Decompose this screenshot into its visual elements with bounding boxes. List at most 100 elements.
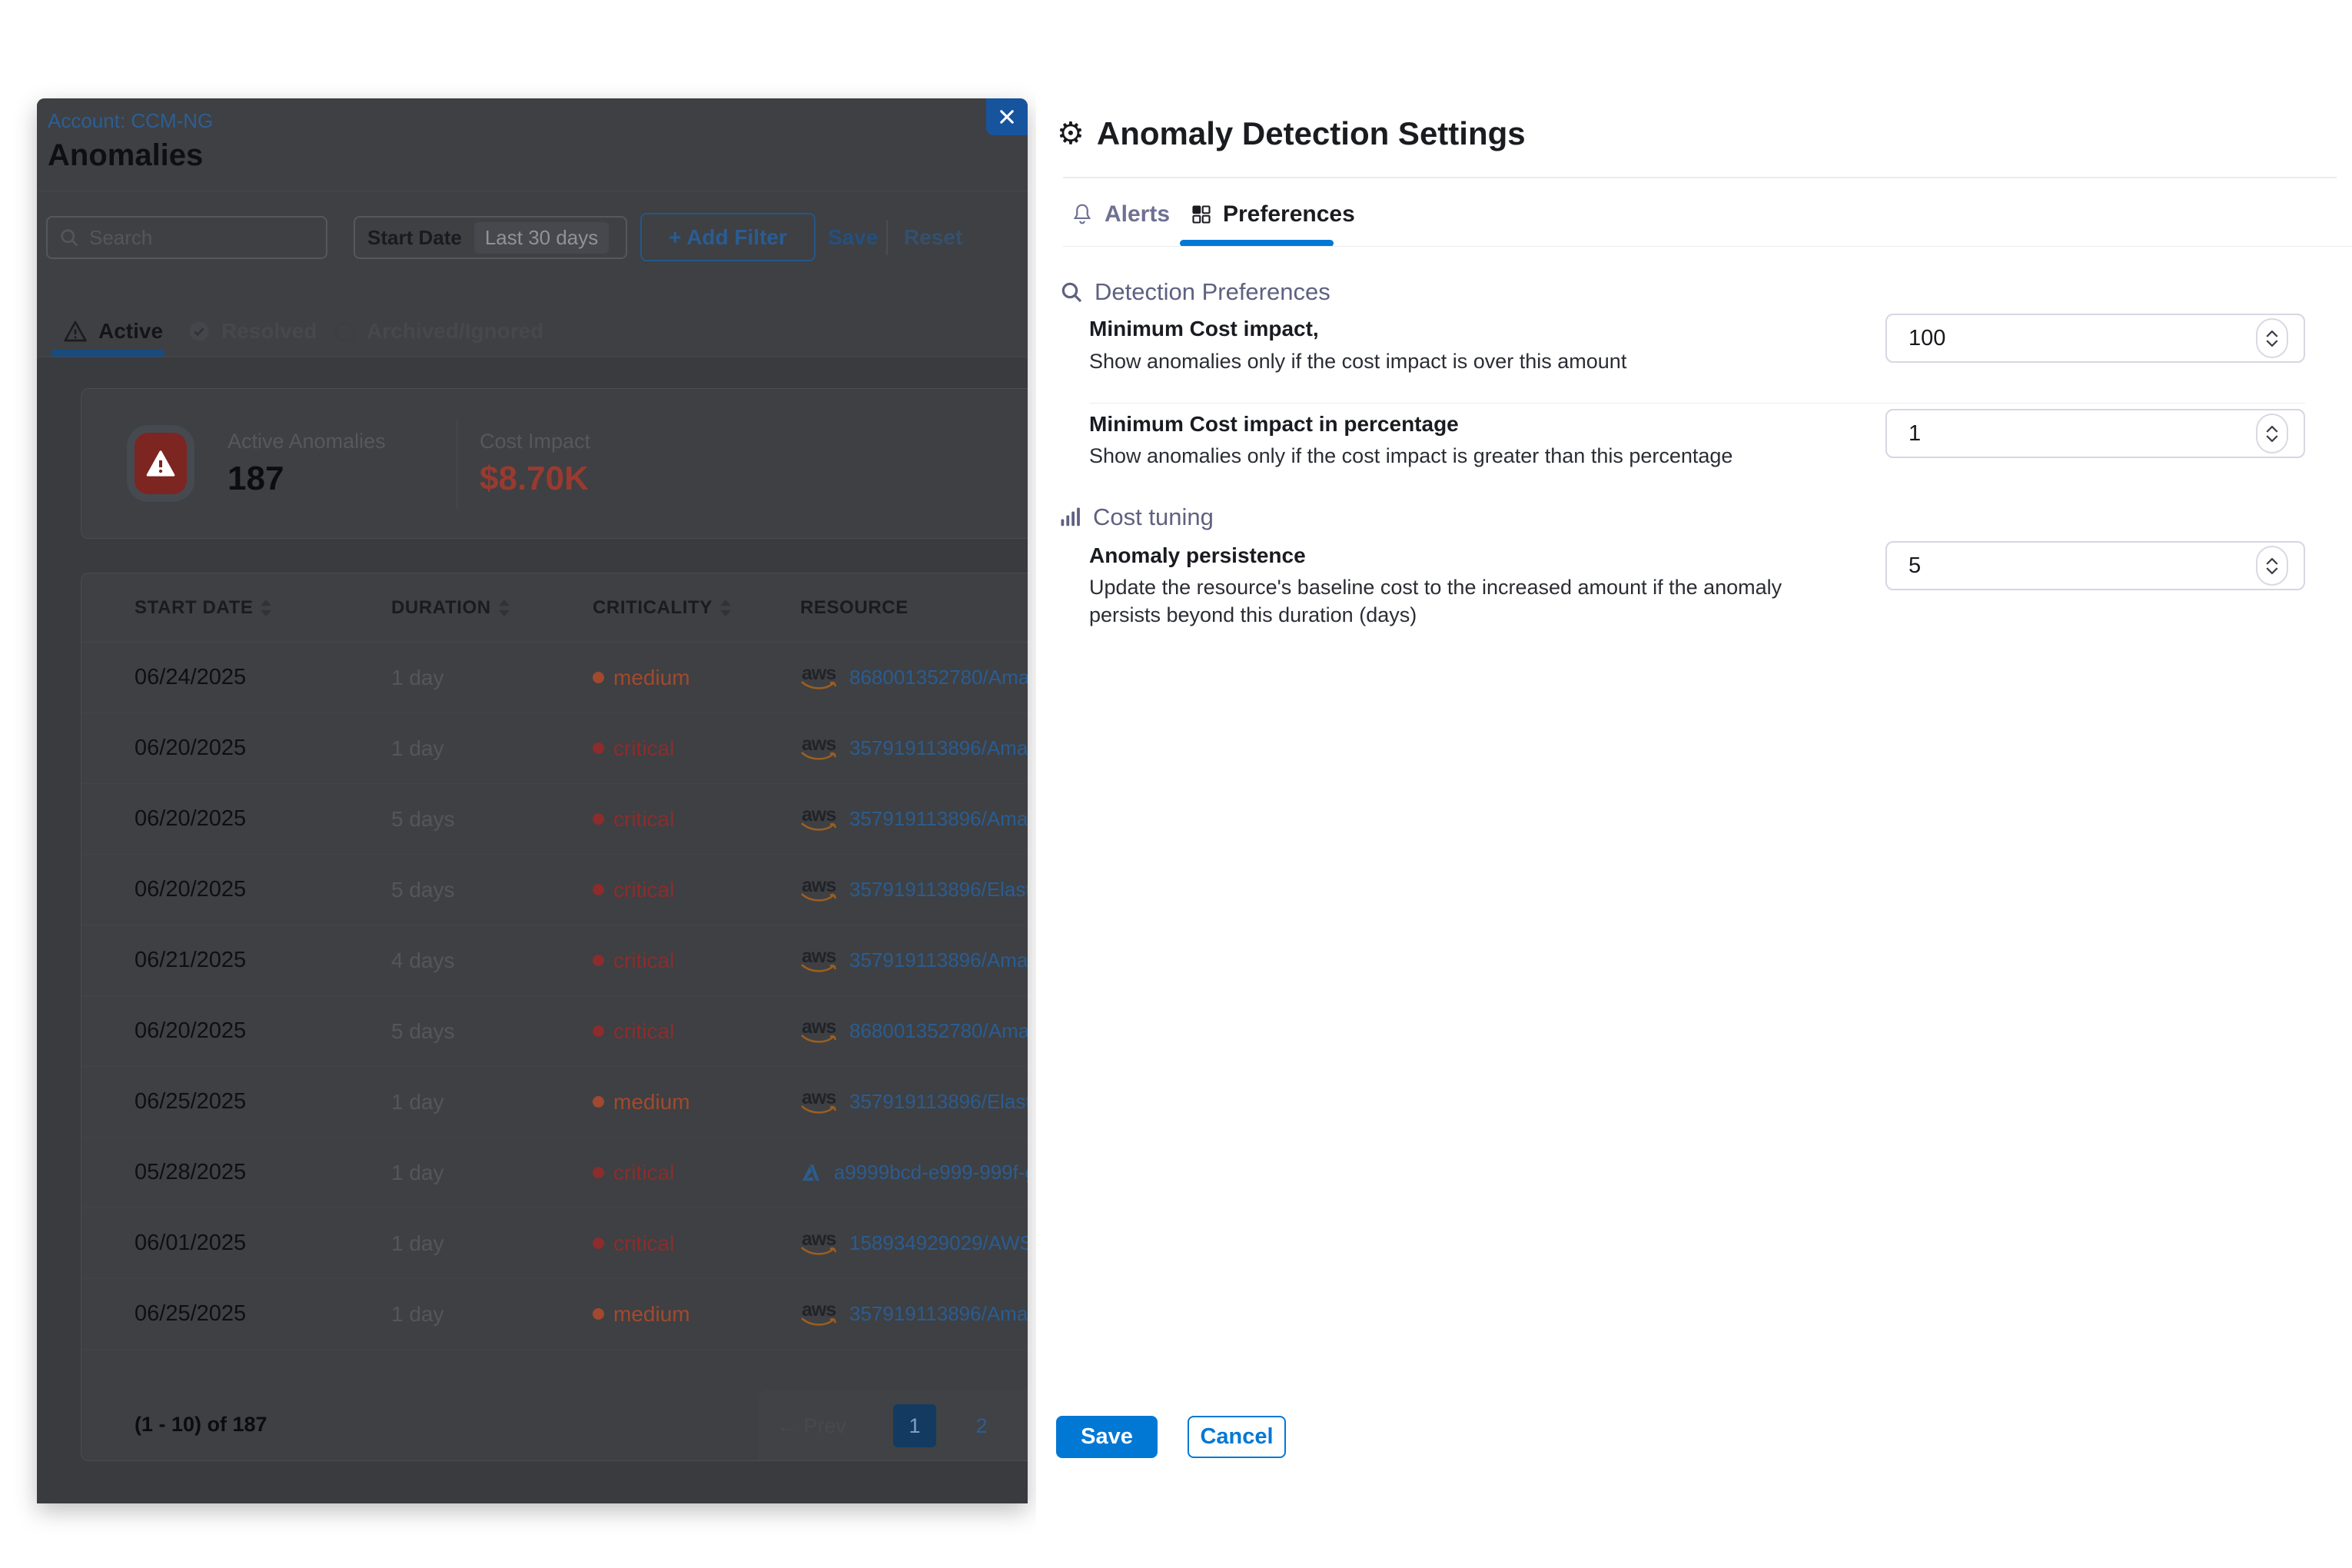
duration-cell: 5 days <box>391 807 593 832</box>
min-cost-impact-label: Minimum Cost impact, <box>1089 317 1319 341</box>
sort-icon[interactable] <box>261 600 271 616</box>
criticality-badge: critical <box>593 948 800 973</box>
save-button[interactable]: Save <box>1056 1416 1158 1458</box>
min-cost-pct-label: Minimum Cost impact in percentage <box>1089 412 1459 437</box>
table-row[interactable]: 05/28/2025 1 day critical aws a9999bcd-e… <box>81 1138 1028 1208</box>
close-panel-button[interactable] <box>986 98 1028 135</box>
account-breadcrumb[interactable]: Account: CCM-NG <box>48 109 213 133</box>
anomaly-persistence-label: Anomaly persistence <box>1089 543 1306 568</box>
column-criticality[interactable]: CRITICALITY <box>593 597 800 619</box>
resource-link[interactable]: 868001352780/Amazon <box>849 666 1028 689</box>
resource-cell: aws 357919113896/Amazon <box>800 1299 1028 1330</box>
criticality-dot <box>593 813 604 825</box>
resource-link[interactable]: 357919113896/Elastic Lo <box>849 1090 1028 1114</box>
criticality-badge: critical <box>593 1019 800 1044</box>
start-date-cell: 06/20/2025 <box>135 1018 391 1044</box>
table-row[interactable]: 06/21/2025 4 days critical aws 357919113… <box>81 925 1028 996</box>
table-row[interactable]: 06/20/2025 5 days critical aws 868001352… <box>81 996 1028 1067</box>
bell-icon <box>1071 202 1094 227</box>
criticality-badge: medium <box>593 1090 800 1115</box>
anomaly-alert-icon <box>135 433 187 494</box>
cancel-button[interactable]: Cancel <box>1188 1416 1286 1458</box>
ignored-circle-icon <box>333 320 356 343</box>
criticality-dot <box>593 1025 604 1037</box>
table-row[interactable]: 06/25/2025 1 day medium aws 357919113896… <box>81 1279 1028 1350</box>
chevron-down-icon[interactable] <box>2266 340 2278 347</box>
duration-cell: 1 day <box>391 736 593 761</box>
pagination-row: (1 - 10) of 187 ← Prev 123 <box>81 1390 1028 1461</box>
duration-cell: 1 day <box>391 1302 593 1327</box>
chevron-down-icon[interactable] <box>2266 435 2278 442</box>
table-row[interactable]: 06/20/2025 5 days critical aws 357919113… <box>81 784 1028 855</box>
sort-icon[interactable] <box>720 600 731 616</box>
number-stepper[interactable] <box>2256 414 2288 453</box>
anomalies-panel: Account: CCM-NG Anomalies Search Start D… <box>37 98 1028 1503</box>
chevron-down-icon[interactable] <box>2266 567 2278 574</box>
table-row[interactable]: 06/20/2025 1 day critical aws 3579191138… <box>81 713 1028 784</box>
duration-cell: 1 day <box>391 1161 593 1185</box>
aws-icon: aws <box>800 804 837 835</box>
tab-archived[interactable]: Archived/Ignored <box>333 319 543 344</box>
tab-alerts[interactable]: Alerts <box>1071 201 1170 228</box>
tab-active[interactable]: Active <box>63 319 163 344</box>
table-row[interactable]: 06/01/2025 1 day critical aws 1589349290… <box>81 1208 1028 1279</box>
aws-icon: aws <box>800 875 837 905</box>
anomaly-persistence-input[interactable]: 5 <box>1885 541 2305 590</box>
tab-preferences[interactable]: Preferences <box>1191 201 1355 228</box>
section-cost-tuning: Cost tuning <box>1059 503 1214 531</box>
row-divider <box>1089 403 2305 404</box>
start-date-cell: 06/20/2025 <box>135 877 391 902</box>
number-stepper[interactable] <box>2256 546 2288 586</box>
start-date-filter[interactable]: Start Date Last 30 days <box>354 216 627 259</box>
resource-link[interactable]: 357919113896/Amazon <box>849 736 1028 760</box>
save-filter-button[interactable]: Save <box>828 225 878 250</box>
criticality-badge: medium <box>593 666 800 690</box>
chevron-up-icon[interactable] <box>2266 331 2278 337</box>
chevron-up-icon[interactable] <box>2266 426 2278 433</box>
active-tab-underline <box>51 350 164 357</box>
min-cost-impact-input[interactable]: 100 <box>1885 314 2305 363</box>
start-date-cell: 06/20/2025 <box>135 736 391 761</box>
resource-link[interactable]: 158934929029/AWS Co <box>849 1231 1028 1255</box>
page-button-1[interactable]: 1 <box>893 1404 936 1447</box>
criticality-badge: critical <box>593 1161 800 1185</box>
criticality-dot <box>593 1308 604 1320</box>
resource-link[interactable]: 357919113896/Amazon <box>849 1302 1028 1326</box>
page-button-3[interactable]: 3 <box>1027 1404 1028 1447</box>
anomalies-table-body: 06/24/2025 1 day medium aws 868001352780… <box>81 643 1028 1350</box>
pagination-range: (1 - 10) of 187 <box>135 1413 267 1437</box>
warning-triangle-icon <box>63 320 88 343</box>
tab-resolved[interactable]: Resolved <box>188 319 317 344</box>
search-placeholder: Search <box>89 226 152 250</box>
search-input[interactable]: Search <box>46 216 327 259</box>
bar-chart-icon <box>1059 506 1082 529</box>
start-date-label: Start Date <box>367 226 462 250</box>
resource-link[interactable]: 868001352780/Amazon <box>849 1019 1028 1043</box>
resource-link[interactable]: 357919113896/Elastic Lo <box>849 878 1028 902</box>
prev-page-button[interactable]: ← Prev <box>777 1414 869 1438</box>
gear-icon: ⚙ <box>1057 118 1085 149</box>
criticality-dot <box>593 884 604 895</box>
resource-cell: aws 357919113896/Amazon <box>800 945 1028 976</box>
start-date-value[interactable]: Last 30 days <box>474 222 609 254</box>
table-row[interactable]: 06/25/2025 1 day medium aws 357919113896… <box>81 1067 1028 1138</box>
column-start-date[interactable]: START DATE <box>135 597 391 619</box>
sort-icon[interactable] <box>499 600 510 616</box>
page-button-2[interactable]: 2 <box>960 1404 1003 1447</box>
column-duration[interactable]: DURATION <box>391 597 593 619</box>
resource-link[interactable]: 357919113896/Amazon <box>849 948 1028 972</box>
resource-link[interactable]: a9999bcd-e999-999f-g <box>834 1161 1028 1184</box>
chevron-up-icon[interactable] <box>2266 558 2278 565</box>
add-filter-button[interactable]: + Add Filter <box>640 213 816 261</box>
column-resource[interactable]: RESOURCE <box>800 597 1028 619</box>
number-stepper[interactable] <box>2256 318 2288 358</box>
criticality-badge: medium <box>593 1302 800 1327</box>
resource-cell: aws 868001352780/Amazon <box>800 1016 1028 1047</box>
resource-cell: aws 357919113896/Elastic Lo <box>800 875 1028 905</box>
min-cost-pct-input[interactable]: 1 <box>1885 409 2305 458</box>
duration-cell: 1 day <box>391 666 593 690</box>
resource-link[interactable]: 357919113896/Amazon <box>849 807 1028 831</box>
table-row[interactable]: 06/20/2025 5 days critical aws 357919113… <box>81 855 1028 925</box>
reset-filter-button[interactable]: Reset <box>904 225 962 250</box>
table-row[interactable]: 06/24/2025 1 day medium aws 868001352780… <box>81 643 1028 713</box>
